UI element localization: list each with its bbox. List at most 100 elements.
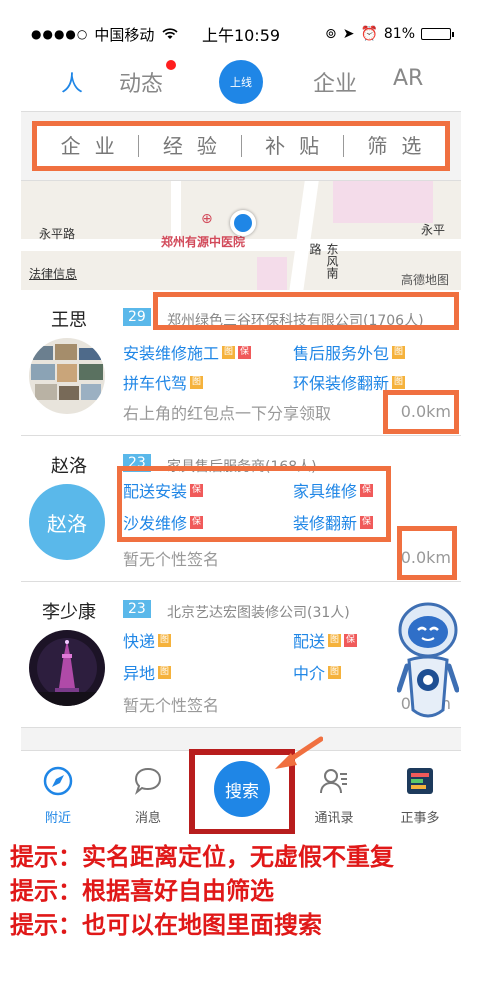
tab-ar[interactable]: AR [393,66,423,91]
service-tag[interactable]: 售后服务外包 图 [293,340,406,364]
person-name: 李少康 [42,602,96,623]
person-name: 王思 [51,310,87,331]
phone-screen: ●●●●○ 中国移动 上午10:59 ⊚ ➤ ⏰ 81% 人 动态 上线 企业 … [21,14,461,834]
nav-label: 附近 [44,811,71,826]
list-item[interactable]: 王思 29 郑州绿色三谷环保科技有限公司(1706人) 安装维修施工 图 保 售… [21,290,461,436]
service-tag[interactable]: 家具维修 保 [293,478,374,502]
service-tag[interactable]: 异地 图 [123,660,172,684]
map-poi-label[interactable]: 郑州有源中医院 [161,233,245,250]
filter-screen[interactable]: 筛选 [344,135,445,157]
age-badge: 29 [123,308,151,326]
image-badge: 图 [190,375,204,389]
service-label: 环保装修翻新 [293,374,390,393]
person-name: 赵洛 [51,456,87,477]
signature: 暂无个性签名 [123,550,220,569]
top-nav: 人 动态 上线 企业 AR [21,54,461,112]
nav-business[interactable]: 正事多 [385,765,455,826]
nav-nearby[interactable]: 附近 [23,765,93,826]
guarantee-badge: 保 [360,515,374,529]
service-label: 沙发维修 [123,514,188,533]
guarantee-badge: 保 [344,633,358,647]
map-road-label: 东风南路 [308,243,339,279]
battery-icon [421,28,454,40]
service-tag[interactable]: 配送安装 保 [123,478,204,502]
tips: 提示：实名距离定位，无虚假不重复 提示：根据喜好自由筛选 提示：也可以在地图里面… [10,840,394,942]
distance-highlight [383,390,459,434]
map-legal-link[interactable]: 法律信息 [29,265,77,282]
filter-highlight: 企业 经验 补贴 筛选 [32,121,450,171]
people-list: 王思 29 郑州绿色三谷环保科技有限公司(1706人) 安装维修施工 图 保 售… [21,290,461,728]
nav-contacts[interactable]: 通讯录 [299,765,369,826]
service-label: 配送安装 [123,482,188,501]
location-arrow-icon: ➤ [342,26,355,42]
chat-bubble-icon [134,767,162,795]
hospital-icon: ⊕ [201,211,213,227]
image-badge: 图 [392,375,406,389]
signature: 右上角的红包点一下分享领取 [123,404,332,423]
tip-line: 提示：根据喜好自由筛选 [10,877,274,905]
guarantee-badge: 保 [190,515,204,529]
list-item[interactable]: 赵洛 赵洛 23 家具售后服务商(168人) 配送安装 保 家具维修 保 沙发维… [21,436,461,582]
battery-percent: 81% [383,26,415,42]
service-label: 中介 [293,664,326,683]
guarantee-badge: 保 [360,483,374,497]
rotation-lock-icon: ⊚ [324,26,337,42]
service-tag[interactable]: 装修翻新 保 [293,510,374,534]
nav-label: 消息 [134,811,161,826]
nav-messages[interactable]: 消息 [113,765,183,826]
avatar[interactable]: 赵洛 [29,484,105,560]
image-badge: 图 [158,633,172,647]
map-view[interactable]: 永平路 永平 东风南路 法律信息 郑州有源中医院 ⊕ 高德地图 [21,180,461,290]
bottom-nav: 附近 消息 搜索 通讯录 正事多 [21,736,461,834]
nav-label: 正事多 [400,811,440,826]
signature: 暂无个性签名 [123,696,220,715]
image-badge: 图 [222,345,236,359]
filter-experience[interactable]: 经验 [139,135,242,157]
tab-enterprise[interactable]: 企业 [313,66,357,98]
search-button[interactable]: 搜索 [214,761,270,817]
service-label: 异地 [123,664,156,683]
alarm-icon: ⏰ [360,26,378,42]
unread-dot [166,60,176,70]
company-name: 北京艺达宏图装修公司(31人) [167,605,350,621]
map-brand: 高德地图 [401,273,450,287]
business-app-icon [407,768,433,794]
avatar[interactable] [29,630,105,706]
robot-assistant-icon[interactable] [396,600,460,730]
map-block [333,181,433,223]
status-bar: ●●●●○ 中国移动 上午10:59 ⊚ ➤ ⏰ 81% [21,14,461,54]
carrier-label: 中国移动 [94,25,155,44]
tab-people[interactable]: 人 [61,66,83,98]
service-tag[interactable]: 配送 图 保 [293,628,358,652]
online-button[interactable]: 上线 [219,60,263,104]
signal-dots-icon: ●●●●○ [31,27,89,41]
guarantee-badge: 保 [238,345,252,359]
avatar[interactable] [29,338,105,414]
service-tag[interactable]: 安装维修施工 图 保 [123,340,252,364]
image-badge: 图 [328,665,342,679]
list-item[interactable]: 李少康 23 北京艺达宏图装修公司(31人) 快递 图 配送 图 保 异地 图 … [21,582,461,728]
image-badge: 图 [392,345,406,359]
service-label: 家具维修 [293,482,358,501]
tip-line: 提示：也可以在地图里面搜索 [10,911,322,939]
map-block [257,257,287,290]
tip-line: 提示：实名距离定位，无虚假不重复 [10,843,394,871]
map-road [171,181,181,241]
filter-bar: 企业 经验 补贴 筛选 [21,112,461,180]
filter-enterprise[interactable]: 企业 [37,135,140,157]
service-tag[interactable]: 快递 图 [123,628,172,652]
service-tag[interactable]: 沙发维修 保 [123,510,204,534]
wifi-icon [162,28,178,39]
image-badge: 图 [158,665,172,679]
tab-moments[interactable]: 动态 [119,66,163,98]
nav-label: 通讯录 [314,811,354,826]
service-label: 安装维修施工 [123,344,220,363]
service-tag[interactable]: 拼车代驾 图 [123,370,204,394]
service-tag[interactable]: 中介 图 [293,660,342,684]
map-road-label: 永平 [421,223,446,237]
filter-subsidy[interactable]: 补贴 [242,135,344,157]
image-badge: 图 [328,633,342,647]
service-label: 装修翻新 [293,514,358,533]
age-badge: 23 [123,600,151,618]
distance-highlight [397,526,457,580]
